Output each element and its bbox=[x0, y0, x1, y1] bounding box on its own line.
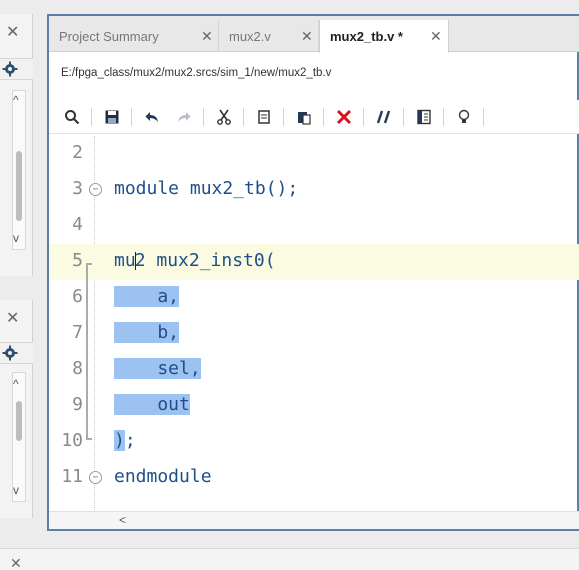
code-area[interactable]: 2 3 − module mux2_tb(); 4 5 mu2 mux2_ins… bbox=[49, 136, 579, 512]
toolbar-divider bbox=[131, 108, 132, 126]
code-text: endmodule bbox=[114, 466, 212, 487]
panel-toolbar bbox=[0, 342, 33, 364]
panel-toolbar bbox=[0, 58, 33, 80]
cut-icon[interactable] bbox=[213, 106, 235, 128]
toolbar-divider bbox=[403, 108, 404, 126]
code-text: a, bbox=[114, 286, 180, 307]
paste-icon[interactable] bbox=[293, 106, 315, 128]
code-text: b, bbox=[114, 322, 180, 343]
code-text: ); bbox=[114, 430, 136, 451]
close-icon[interactable]: ✕ bbox=[201, 28, 213, 45]
code-line[interactable]: 2 bbox=[49, 136, 579, 172]
comment-icon[interactable] bbox=[373, 106, 395, 128]
selected-text: b, bbox=[114, 322, 180, 343]
close-icon[interactable]: ✕ bbox=[301, 28, 313, 45]
scroll-down-icon[interactable]: v bbox=[13, 484, 19, 496]
line-number: 8 bbox=[72, 358, 83, 379]
fold-toggle-icon[interactable]: − bbox=[89, 471, 102, 484]
scrollbar-thumb[interactable] bbox=[16, 401, 22, 441]
save-icon[interactable] bbox=[101, 106, 123, 128]
line-number: 11 bbox=[61, 466, 83, 487]
vertical-scrollbar[interactable] bbox=[12, 90, 26, 250]
code-line[interactable]: 10 ); bbox=[49, 424, 579, 460]
editor-toolbar bbox=[49, 100, 579, 134]
close-icon[interactable]: ✕ bbox=[430, 28, 442, 45]
code-line-current[interactable]: 5 mu2 mux2_inst0( bbox=[49, 244, 579, 280]
tab-mux2-v[interactable]: mux2.v ✕ bbox=[219, 20, 319, 52]
fold-toggle-icon[interactable]: − bbox=[89, 183, 102, 196]
selected-text: ) bbox=[114, 430, 125, 451]
tab-project-summary[interactable]: Project Summary ✕ bbox=[49, 20, 219, 52]
copy-icon[interactable] bbox=[253, 106, 275, 128]
scroll-up-icon[interactable]: ^ bbox=[13, 378, 19, 390]
code-line[interactable]: 8 sel, bbox=[49, 352, 579, 388]
search-icon[interactable] bbox=[61, 106, 83, 128]
file-path: E:/fpga_class/mux2/mux2.srcs/sim_1/new/m… bbox=[61, 67, 332, 79]
horizontal-scrollbar[interactable]: < bbox=[49, 511, 579, 529]
toolbar-divider bbox=[283, 108, 284, 126]
scroll-up-icon[interactable]: ^ bbox=[13, 94, 19, 106]
code-line[interactable]: 6 a, bbox=[49, 280, 579, 316]
vivado-workspace: ✕ ^ v ✕ ^ v Project Summary ✕ mux2.v ✕ m… bbox=[0, 0, 579, 570]
line-number: 4 bbox=[72, 214, 83, 235]
delete-icon[interactable] bbox=[333, 106, 355, 128]
code-line[interactable]: 3 − module mux2_tb(); bbox=[49, 172, 579, 208]
insert-template-icon[interactable] bbox=[413, 106, 435, 128]
left-panel-top: ✕ ^ v bbox=[0, 14, 33, 276]
code-text: module mux2_tb(); bbox=[114, 178, 299, 199]
gear-icon[interactable] bbox=[2, 61, 18, 77]
code-line[interactable]: 9 out bbox=[49, 388, 579, 424]
line-number: 2 bbox=[72, 142, 83, 163]
toolbar-divider bbox=[203, 108, 204, 126]
editor-tab-bar: Project Summary ✕ mux2.v ✕ mux2_tb.v * ✕ bbox=[49, 16, 579, 53]
left-panel-bottom: ✕ ^ v bbox=[0, 300, 33, 518]
toolbar-divider bbox=[443, 108, 444, 126]
code-text: mu2 mux2_inst0( bbox=[114, 250, 276, 271]
toolbar-divider bbox=[243, 108, 244, 126]
line-number: 9 bbox=[72, 394, 83, 415]
toolbar-divider bbox=[483, 108, 484, 126]
line-number: 5 bbox=[72, 250, 83, 271]
tab-mux2-tb-v[interactable]: mux2_tb.v * ✕ bbox=[319, 20, 449, 53]
tab-label: mux2.v bbox=[229, 28, 271, 44]
line-number: 7 bbox=[72, 322, 83, 343]
code-text: sel, bbox=[114, 358, 201, 379]
scrollbar-thumb[interactable] bbox=[16, 151, 22, 221]
redo-icon[interactable] bbox=[173, 106, 195, 128]
toolbar-divider bbox=[363, 108, 364, 126]
lightbulb-icon[interactable] bbox=[453, 106, 475, 128]
selected-text: a, bbox=[114, 286, 180, 307]
undo-icon[interactable] bbox=[141, 106, 163, 128]
toolbar-divider bbox=[323, 108, 324, 126]
line-number: 6 bbox=[72, 286, 83, 307]
code-text: out bbox=[114, 394, 190, 415]
tab-label: mux2_tb.v * bbox=[330, 29, 403, 44]
close-icon[interactable]: ✕ bbox=[10, 555, 22, 570]
toolbar-divider bbox=[91, 108, 92, 126]
close-icon[interactable]: ✕ bbox=[6, 311, 20, 327]
tab-label: Project Summary bbox=[59, 28, 159, 44]
code-text-rest: ; bbox=[124, 430, 136, 451]
code-editor-window: Project Summary ✕ mux2.v ✕ mux2_tb.v * ✕… bbox=[47, 14, 579, 531]
scroll-down-icon[interactable]: v bbox=[13, 232, 19, 244]
close-icon[interactable]: ✕ bbox=[6, 25, 20, 41]
line-number: 10 bbox=[61, 430, 83, 451]
code-line[interactable]: 7 b, bbox=[49, 316, 579, 352]
code-text-after-cursor: 2 mux2_inst0( bbox=[134, 250, 276, 271]
code-text-before-cursor: mu bbox=[114, 250, 136, 271]
gear-icon[interactable] bbox=[2, 345, 18, 361]
bottom-panel: ✕ bbox=[0, 548, 579, 570]
code-line[interactable]: 11 − endmodule bbox=[49, 460, 579, 496]
scroll-left-icon[interactable]: < bbox=[119, 513, 126, 527]
selected-text: sel, bbox=[114, 358, 201, 379]
line-number: 3 bbox=[72, 178, 83, 199]
selected-text: out bbox=[114, 394, 190, 415]
code-line[interactable]: 4 bbox=[49, 208, 579, 244]
block-bracket bbox=[86, 263, 92, 440]
